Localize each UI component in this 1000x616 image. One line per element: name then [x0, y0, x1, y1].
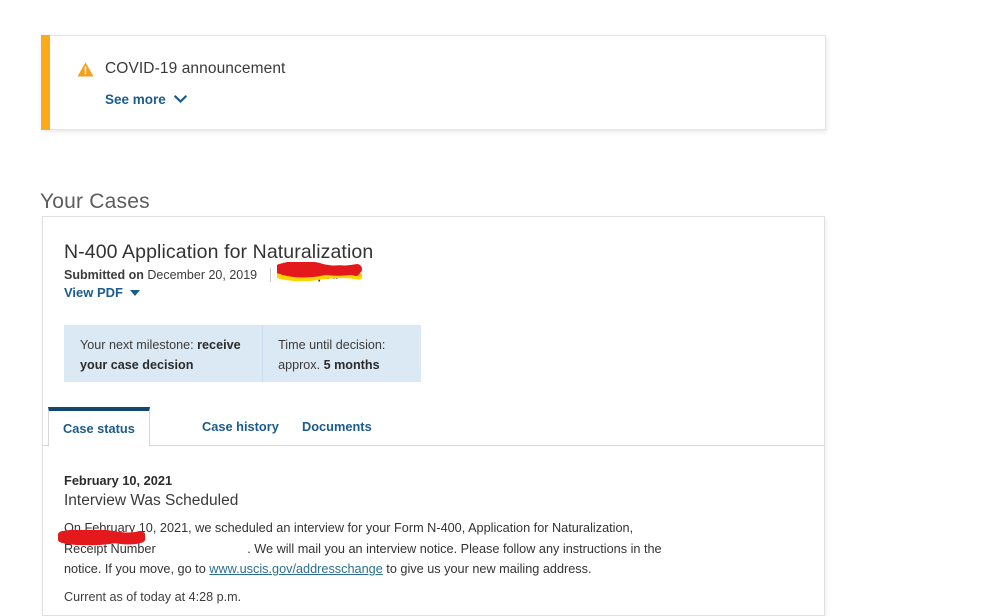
status-body-part3: to give us your new mailing address. [382, 562, 592, 577]
milestone-band: Your next milestone: receive your case d… [64, 325, 421, 382]
case-tabs: Case status Case history Documents [43, 407, 824, 447]
view-pdf-label: View PDF [64, 285, 124, 300]
case-card: N-400 Application for Naturalization Sub… [42, 216, 825, 616]
warning-triangle-icon [77, 61, 94, 76]
alert-accent-bar [41, 35, 50, 130]
view-pdf-button[interactable]: View PDF [64, 285, 141, 300]
next-milestone-column: Your next milestone: receive your case d… [64, 325, 262, 382]
case-meta-row: Submitted on December 20, 2019 Receipt # [64, 268, 340, 282]
meta-divider [270, 268, 272, 282]
submitted-date: December 20, 2019 [147, 268, 258, 282]
page-title: Your Cases [40, 190, 150, 214]
chevron-down-icon [173, 95, 187, 103]
next-milestone-label: Your next milestone: [80, 338, 194, 352]
status-date: February 10, 2021 [64, 473, 173, 488]
see-more-button[interactable]: See more [105, 92, 187, 107]
status-body: On February 10, 2021, we scheduled an in… [64, 518, 664, 580]
see-more-label: See more [105, 92, 166, 107]
submitted-label: Submitted on [64, 268, 144, 282]
tab-documents[interactable]: Documents [288, 407, 386, 446]
current-as-of-text: Current as of today at 4:28 p.m. [64, 590, 242, 604]
uscis-case-status-page: COVID-19 announcement See more Your Case… [0, 0, 1000, 616]
time-value: 5 months [323, 358, 380, 373]
receipt-label: Receipt # [284, 268, 340, 282]
status-heading: Interview Was Scheduled [64, 492, 239, 509]
covid-announcement-card: COVID-19 announcement See more [41, 35, 826, 130]
time-until-decision-column: Time until decision: approx. 5 months [262, 325, 421, 382]
time-until-decision-label: Time until decision: [278, 338, 386, 352]
alert-header-row: COVID-19 announcement [77, 60, 285, 78]
alert-content: COVID-19 announcement See more [77, 60, 285, 107]
tab-documents-label: Documents [302, 419, 372, 434]
tab-case-status[interactable]: Case status [48, 407, 150, 447]
time-prefix: approx. [278, 358, 321, 373]
caret-down-icon [130, 289, 141, 296]
alert-title: COVID-19 announcement [105, 60, 286, 77]
tab-case-status-label: Case status [63, 421, 135, 436]
case-title: N-400 Application for Naturalization [64, 241, 374, 263]
tab-case-history[interactable]: Case history [188, 407, 293, 446]
addresschange-link[interactable]: www.uscis.gov/addresschange [209, 562, 383, 576]
tab-case-history-label: Case history [202, 419, 279, 434]
